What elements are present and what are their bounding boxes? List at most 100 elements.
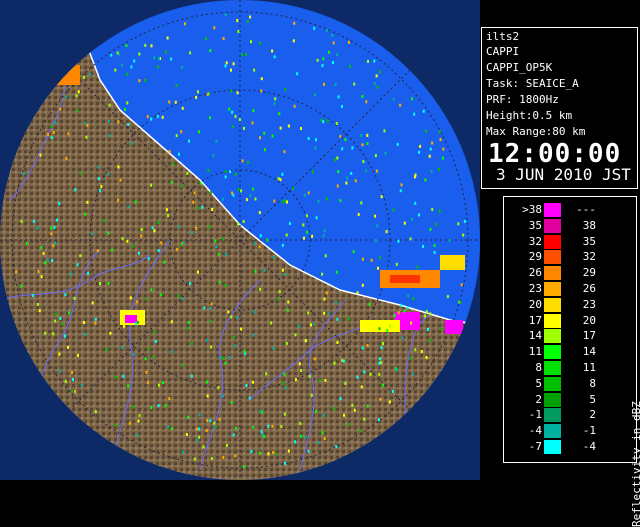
echo-pixel [77,353,79,357]
echo-pixel [429,227,432,231]
legend-high-value: 29 [582,266,596,280]
echo-pixel [195,427,198,431]
echo-pixel [249,194,252,198]
echo-pixel [224,64,227,68]
echo-pixel [36,302,39,306]
echo-pixel [242,220,245,223]
echo-pixel [287,124,290,128]
echo-pixel [360,201,363,205]
echo-pixel [259,136,261,140]
echo-pixel [153,56,156,60]
legend-low-value: 29 [528,250,542,264]
echo-pixel [397,311,400,315]
echo-pixel [76,109,79,112]
echo-pixel [175,83,178,87]
legend-low-value: 11 [528,345,542,359]
echo-pixel [218,418,221,421]
echo-pixel [42,252,45,255]
echo-pixel [170,350,173,354]
echo-pixel [68,311,71,315]
echo-pixel [360,385,363,389]
echo-pixel [374,239,377,243]
echo-pixel [231,125,234,129]
echo-pixel [351,403,354,407]
echo-pixel [344,381,347,385]
echo-pixel [52,244,55,248]
echo-pixel [170,320,173,324]
echo-pixel [40,275,43,279]
echo-pixel [284,88,287,91]
echo-pixel [264,148,266,152]
echo-pixel [389,324,392,328]
legend-row: 20 23 [504,297,624,312]
legend-high-value: --- [576,203,596,216]
echo-pixel [237,188,240,191]
echo-pixel [136,300,139,304]
echo-pixel [210,302,213,306]
echo-pixel [347,422,350,426]
echo-pixel [130,65,133,69]
echo-pixel [206,92,209,96]
echo-pixel [59,369,62,373]
echo-pixel [263,131,266,135]
legend-low-value: 26 [528,266,542,280]
echo-pixel [307,449,310,453]
product-name-label: CAPPI_OP5K [486,61,553,74]
echo-pixel [313,357,316,361]
echo-pixel [232,335,235,339]
echo-pixel [459,300,462,304]
echo-pixel [396,368,399,372]
echo-pixel [305,214,308,218]
echo-pixel [274,97,277,101]
echo-pixel [47,132,49,136]
echo-pixel [111,248,114,252]
echo-pixel [287,449,290,453]
echo-pixel [187,320,190,324]
echo-pixel [363,370,366,374]
echo-pixel [348,40,350,44]
legend-row: 26 29 [504,266,624,281]
echo-pixel [145,370,148,374]
echo-pixel [395,262,398,266]
echo-pixel [337,95,340,99]
echo-pixel [207,169,210,173]
echo-pixel [241,159,244,163]
echo-pixel [96,249,99,253]
echo-pixel [279,126,282,130]
legend-low-value: 14 [528,329,542,343]
echo-pixel [336,156,339,160]
echo-pixel [157,404,160,408]
echo-pixel [214,425,217,429]
echo-pixel [308,374,311,378]
echo-pixel [117,165,120,169]
echo-pixel [311,170,314,174]
echo-pixel [54,241,56,245]
echo-pixel [278,112,281,116]
echo-pixel [333,361,336,365]
time-display: 12:00:00 [488,139,622,169]
legend-high-value: 5 [589,392,596,406]
echo-pixel [324,254,327,258]
echo-pixel [396,142,399,146]
echo-pixel [368,302,371,306]
legend-row: 32 35 [504,234,624,249]
echo-pixel [222,198,224,201]
echo-pixel [327,311,330,315]
echo-pixel [409,237,412,241]
echo-pixel [376,85,379,89]
echo-pixel [380,195,383,199]
echo-pixel [410,321,413,325]
echo-pixel [186,327,189,331]
echo-pixel [55,312,57,316]
echo-pixel [361,95,364,99]
echo-pixel [195,95,197,99]
echo-pixel [209,190,212,194]
echo-pixel [243,465,246,469]
echo-pixel [74,188,77,192]
echo-pixel [215,245,218,249]
echo-pixel [193,191,196,195]
echo-pixel [403,309,406,313]
echo-pixel [185,432,188,436]
echo-pixel [273,102,276,106]
echo-pixel [420,350,423,353]
